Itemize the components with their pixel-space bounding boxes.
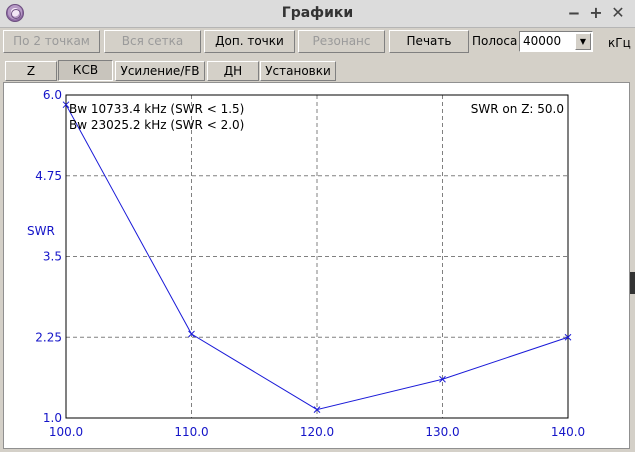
y-tick-label: 2.25 bbox=[35, 330, 62, 344]
x-tick-label: 140.0 bbox=[551, 425, 585, 439]
bandwidth-annotation-2: Bw 23025.2 kHz (SWR < 2.0) bbox=[69, 118, 244, 132]
y-tick-label: 6.0 bbox=[43, 88, 62, 102]
y-tick-label: 4.75 bbox=[35, 169, 62, 183]
y-tick-label: 1.0 bbox=[43, 411, 62, 425]
swr-reference-annotation: SWR on Z: 50.0 bbox=[471, 102, 564, 116]
x-tick-label: 100.0 bbox=[49, 425, 83, 439]
y-axis-label: SWR bbox=[27, 224, 55, 238]
x-tick-label: 130.0 bbox=[425, 425, 459, 439]
x-tick-label: 120.0 bbox=[300, 425, 334, 439]
y-tick-label: 3.5 bbox=[43, 250, 62, 264]
x-tick-label: 110.0 bbox=[174, 425, 208, 439]
bandwidth-annotation-1: Bw 10733.4 kHz (SWR < 1.5) bbox=[69, 102, 244, 116]
swr-chart: 100.0 110.0 120.0 130.0 140.0 1.0 2.25 3.5 4.75 6… bbox=[27, 88, 585, 439]
